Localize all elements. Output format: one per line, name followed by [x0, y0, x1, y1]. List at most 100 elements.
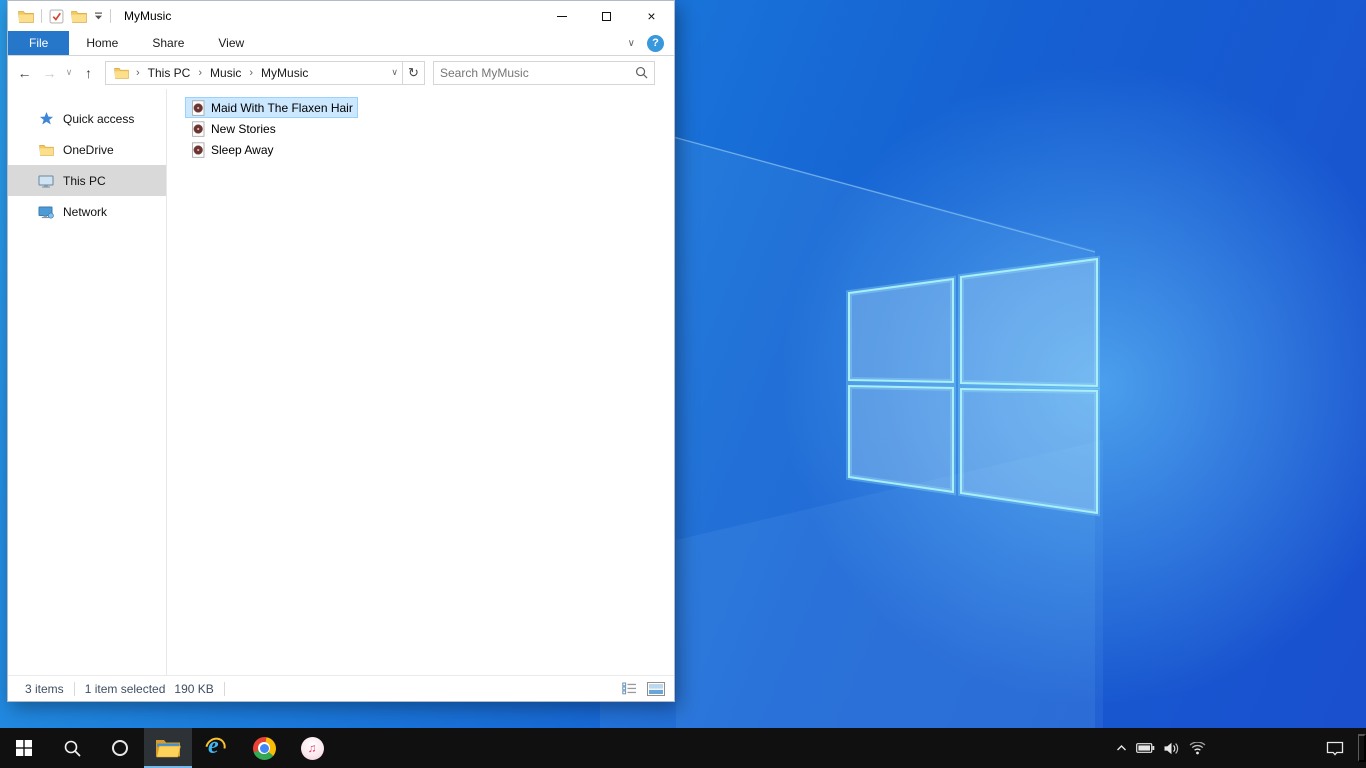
window-controls: × [539, 1, 674, 31]
sidebar-item-onedrive[interactable]: OneDrive [8, 134, 166, 165]
back-button[interactable]: ← [12, 61, 37, 85]
minimize-icon [556, 15, 567, 17]
details-view-icon[interactable] [619, 679, 639, 699]
music-file-icon [192, 99, 205, 116]
minimize-button[interactable] [539, 1, 584, 31]
status-item-count: 3 items [25, 681, 64, 696]
navigation-pane: Quick access OneDrive This PC Network [8, 89, 167, 675]
status-separator [73, 681, 75, 696]
qat-separator [110, 9, 111, 23]
breadcrumb-mymusic[interactable]: MyMusic [257, 66, 312, 80]
address-dropdown-chevron-icon[interactable]: ∨ [391, 67, 398, 78]
view-toggle-group [619, 679, 666, 699]
sidebar-item-quick-access[interactable]: Quick access [8, 103, 166, 134]
up-button[interactable]: ↑ [76, 61, 101, 85]
qat-new-folder-button[interactable] [71, 10, 87, 23]
music-file-icon [192, 141, 205, 158]
file-item-sleep-away[interactable]: Sleep Away [185, 139, 279, 160]
itunes-note-glyph: ♫ [307, 741, 317, 755]
taskbar-internet-explorer-button[interactable]: e [192, 728, 240, 768]
taskbar-file-explorer-button[interactable] [144, 728, 192, 768]
sidebar-item-network[interactable]: Network [8, 196, 166, 227]
taskbar-itunes-button[interactable]: ♫ [288, 728, 336, 768]
taskbar-chrome-button[interactable] [240, 728, 288, 768]
breadcrumb: › This PC › Music › MyMusic [134, 66, 312, 80]
file-explorer-icon [156, 740, 181, 758]
maximize-button[interactable] [584, 1, 629, 31]
explorer-window: MyMusic × File Home Share View ∨ ? ← → ∨… [7, 0, 675, 702]
windows-logo-icon [16, 740, 32, 756]
file-item-new-stories[interactable]: New Stories [185, 118, 281, 139]
title-bar: MyMusic × [8, 1, 674, 31]
qat-properties-button[interactable] [49, 9, 64, 24]
address-folder-icon [112, 67, 130, 79]
tab-file[interactable]: File [8, 31, 70, 55]
close-icon: × [647, 8, 656, 24]
onedrive-folder-icon [37, 144, 55, 156]
search-input[interactable] [440, 65, 635, 80]
breadcrumb-music[interactable]: Music [206, 66, 245, 80]
search-box [433, 60, 655, 85]
start-button[interactable] [0, 728, 48, 768]
qat-customize-chevron-icon[interactable] [94, 12, 103, 21]
cortana-button[interactable] [96, 728, 144, 768]
music-file-icon [192, 120, 205, 137]
file-list: Maid With The Flaxen Hair New Stories Sl… [167, 89, 674, 675]
internet-explorer-icon: e [201, 733, 230, 762]
sidebar-item-label: Quick access [63, 111, 135, 126]
system-tray [1116, 728, 1206, 768]
sidebar-item-label: Network [63, 204, 108, 219]
refresh-icon[interactable]: ↻ [403, 60, 425, 85]
file-name: Sleep Away [211, 142, 274, 157]
wifi-icon[interactable] [1189, 741, 1206, 755]
volume-icon[interactable] [1164, 742, 1180, 755]
tab-share[interactable]: Share [135, 31, 201, 55]
help-icon[interactable]: ? [647, 34, 664, 52]
close-button[interactable]: × [629, 1, 674, 31]
itunes-icon: ♫ [300, 736, 324, 760]
sidebar-item-label: OneDrive [63, 142, 114, 157]
quick-access-toolbar: MyMusic [8, 9, 171, 24]
tab-view[interactable]: View [201, 31, 261, 55]
file-name: Maid With The Flaxen Hair [211, 100, 353, 115]
battery-icon[interactable] [1136, 743, 1155, 753]
ribbon-right-controls: ∨ ? [628, 31, 674, 55]
search-icon [64, 740, 80, 756]
status-separator [223, 681, 225, 696]
thumbnails-view-icon[interactable] [646, 679, 666, 699]
breadcrumb-separator: › [198, 66, 203, 79]
qat-separator [41, 9, 42, 23]
hidden-icons-chevron-icon[interactable] [1116, 744, 1127, 752]
file-item-maid-with-the-flaxen-hair[interactable]: Maid With The Flaxen Hair [185, 97, 358, 118]
this-pc-monitor-icon [37, 174, 55, 188]
breadcrumb-this-pc[interactable]: This PC [144, 66, 195, 80]
address-bar[interactable]: › This PC › Music › MyMusic ∨ [105, 60, 403, 85]
desktop: MyMusic × File Home Share View ∨ ? ← → ∨… [0, 0, 1366, 768]
ribbon-tab-row: File Home Share View ∨ ? [8, 31, 674, 56]
action-center-icon[interactable] [1326, 728, 1344, 768]
ribbon-collapse-chevron-icon[interactable]: ∨ [628, 38, 635, 49]
ie-letter: e [208, 733, 219, 759]
show-desktop-button[interactable] [1358, 734, 1366, 762]
breadcrumb-separator: › [249, 66, 254, 79]
sidebar-item-label: This PC [63, 173, 106, 188]
history-chevron-icon[interactable]: ∨ [62, 61, 76, 85]
window-body: Quick access OneDrive This PC Network Ma… [8, 89, 674, 675]
status-selection: 1 item selected [84, 681, 166, 696]
status-bar: 3 items 1 item selected 190 KB [8, 675, 674, 701]
network-icon [37, 205, 55, 219]
window-folder-icon [18, 10, 34, 23]
chrome-icon [252, 736, 276, 760]
taskbar: e ♫ [0, 728, 1366, 768]
search-icon[interactable] [635, 66, 648, 79]
navigation-toolbar: ← → ∨ ↑ › This PC › Music › MyMusic ∨ ↻ [8, 56, 674, 89]
tab-home[interactable]: Home [69, 31, 135, 55]
maximize-icon [602, 11, 611, 21]
cortana-ring-icon [112, 740, 128, 756]
window-title: MyMusic [124, 9, 172, 23]
taskbar-search-button[interactable] [48, 728, 96, 768]
status-selection-size: 190 KB [174, 681, 214, 696]
sidebar-item-this-pc[interactable]: This PC [8, 165, 166, 196]
file-name: New Stories [211, 121, 276, 136]
forward-button[interactable]: → [37, 61, 62, 85]
